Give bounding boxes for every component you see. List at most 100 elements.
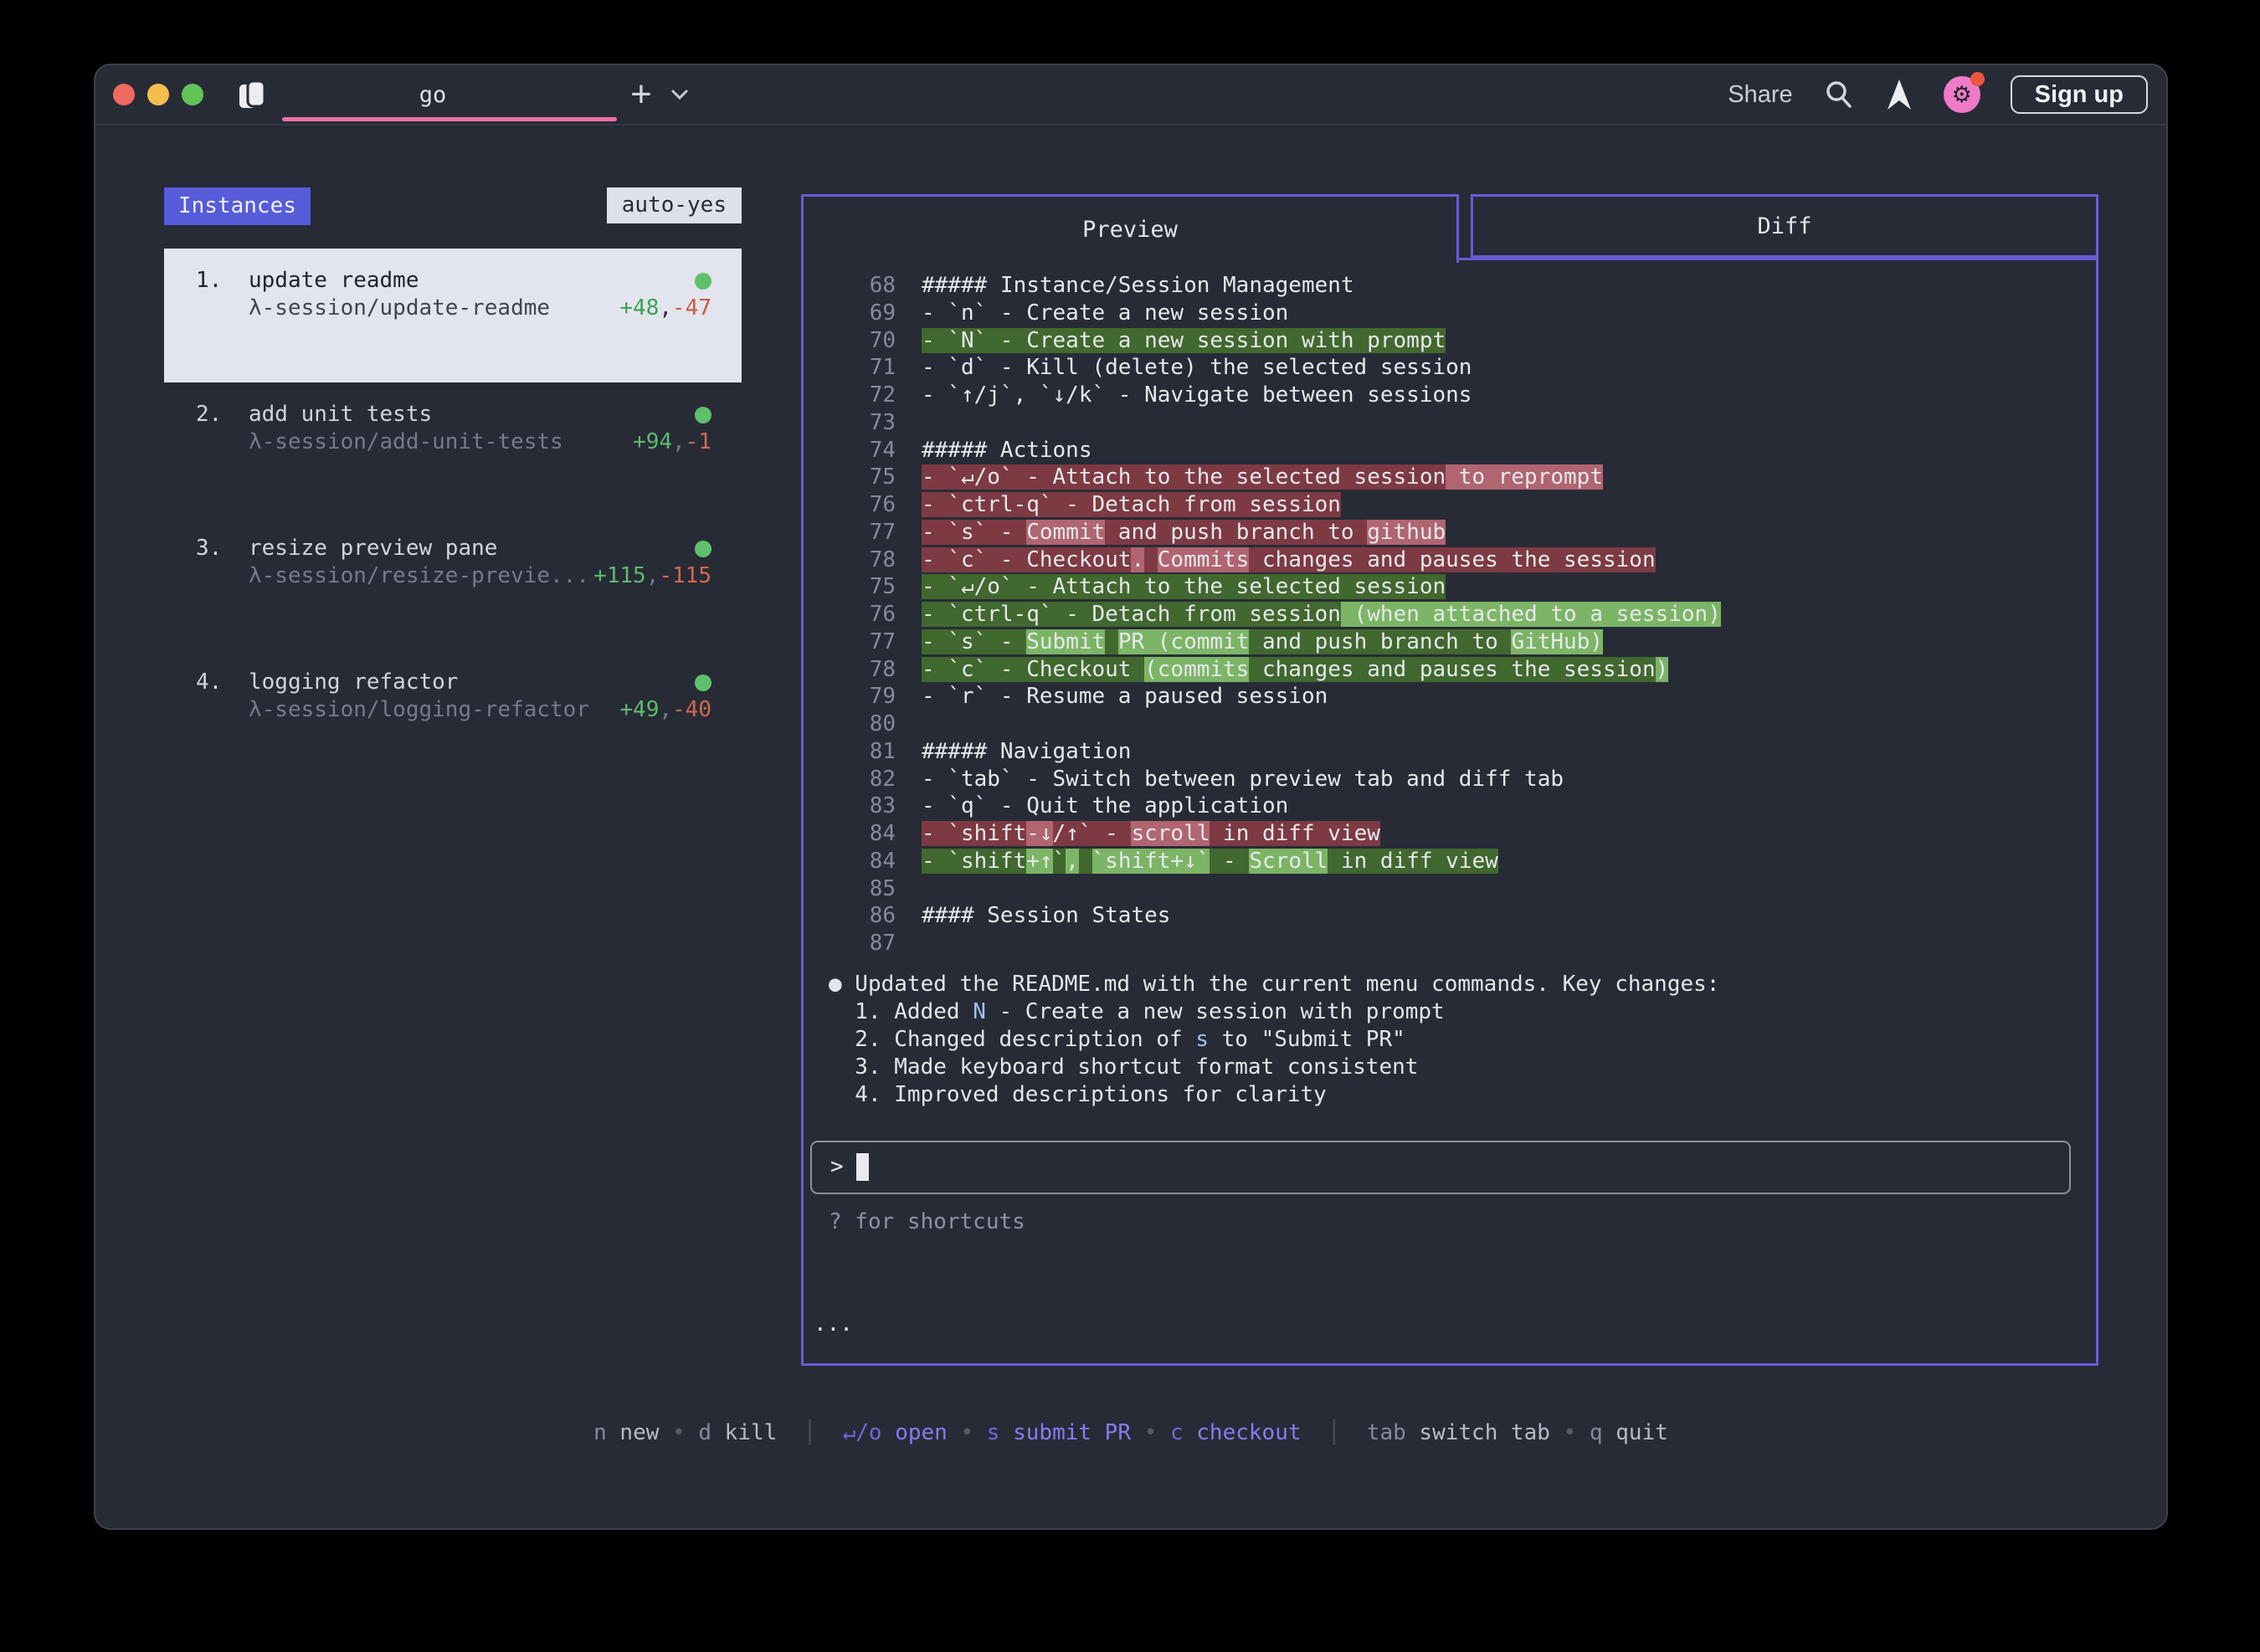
gear-icon: ⚙ — [1952, 82, 1972, 108]
diff-line: 79- `r` - Resume a paused session — [804, 683, 2096, 711]
sidebar: Instances auto-yes 1.update readmeλ-sess… — [164, 187, 742, 784]
avatar[interactable]: ⚙ — [1944, 76, 1980, 113]
instance-title: resize preview pane — [249, 535, 695, 562]
bullet-icon: ● — [829, 972, 842, 997]
status-dot-icon — [695, 407, 711, 423]
deletions-count: -1 — [686, 429, 711, 454]
line-number: 73 — [804, 409, 922, 437]
deletions-count: -47 — [672, 295, 711, 321]
shortcuts-hint: ? for shortcuts — [829, 1208, 2096, 1236]
diff-line: 76- `ctrl-q` - Detach from session (when… — [804, 601, 2096, 628]
active-tab-underline — [282, 117, 617, 121]
line-number: 84 — [804, 820, 922, 848]
deletions-count: -40 — [672, 697, 711, 722]
tab-preview[interactable]: Preview — [801, 194, 1459, 263]
line-number: 76 — [804, 491, 922, 519]
summary-item: 2. Changed description of s to "Submit P… — [829, 1026, 2096, 1054]
line-number: 75 — [804, 573, 922, 601]
line-number: 83 — [804, 793, 922, 820]
diff-line: 77- `s` - Submit PR (commit and push bra… — [804, 628, 2096, 656]
preview-pane: 68##### Instance/Session Management69- `… — [801, 258, 2098, 1366]
status-dot-icon — [695, 541, 711, 557]
prompt-input[interactable]: > — [810, 1141, 2071, 1194]
line-number: 85 — [804, 875, 922, 903]
additions-count: +115 — [593, 563, 646, 588]
status-dot-icon — [695, 273, 711, 290]
diff-line: 87 — [804, 930, 2096, 957]
minimize-button[interactable] — [147, 84, 169, 105]
instance-diffstat: +115,-115 — [593, 562, 711, 590]
titlebar: go + Share ⚙ Sign up — [95, 65, 2166, 126]
instance-item[interactable]: 3.resize preview paneλ-session/resize-pr… — [164, 516, 742, 650]
instance-index: 2. — [196, 401, 249, 428]
maximize-button[interactable] — [182, 84, 203, 105]
diff-line: 71- `d` - Kill (delete) the selected ses… — [804, 354, 2096, 382]
diff-line: 84- `shift+↑`, `shift+↓` - Scroll in dif… — [804, 848, 2096, 875]
diff-line: 77- `s` - Commit and push branch to gith… — [804, 519, 2096, 546]
instance-branch: λ-session/resize-previe... — [249, 562, 593, 590]
notification-dot — [1970, 72, 1985, 86]
additions-count: +49 — [619, 697, 659, 722]
instance-diffstat: +94,-1 — [633, 428, 711, 456]
share-button[interactable]: Share — [1728, 81, 1792, 109]
diff-line: 75- `↵/o` - Attach to the selected sessi… — [804, 464, 2096, 491]
line-number: 78 — [804, 546, 922, 574]
deletions-count: -115 — [659, 563, 711, 588]
assistant-summary: ● Updated the README.md with the current… — [804, 971, 2096, 1109]
terminal-window: go + Share ⚙ Sign up Instances — [94, 64, 2168, 1530]
menu-shortcut: q quit — [1590, 1420, 1668, 1445]
line-number: 82 — [804, 766, 922, 793]
pages-icon[interactable] — [236, 80, 270, 111]
instance-item[interactable]: 2.add unit testsλ-session/add-unit-tests… — [164, 382, 742, 516]
instance-title: add unit tests — [249, 401, 695, 428]
additions-count: +48 — [619, 295, 659, 321]
diff-line: 76- `ctrl-q` - Detach from session — [804, 491, 2096, 519]
line-number: 79 — [804, 683, 922, 711]
sign-up-button[interactable]: Sign up — [2011, 75, 2148, 114]
line-number: 68 — [804, 272, 922, 300]
diff-line: 78- `c` - Checkout. Commits changes and … — [804, 546, 2096, 574]
warp-logo-icon[interactable] — [1885, 78, 1913, 111]
line-number: 87 — [804, 930, 922, 957]
line-number: 86 — [804, 902, 922, 930]
instance-item[interactable]: 4.logging refactorλ-session/logging-refa… — [164, 650, 742, 784]
instance-diffstat: +49,-40 — [619, 696, 711, 724]
diff-line: 84- `shift-↓/↑` - scroll in diff view — [804, 820, 2096, 848]
diff-line: 82- `tab` - Switch between preview tab a… — [804, 766, 2096, 793]
diff-line: 75- `↵/o` - Attach to the selected sessi… — [804, 573, 2096, 601]
additions-count: +94 — [633, 429, 672, 454]
main-panel: Preview Diff 68##### Instance/Session Ma… — [801, 194, 2098, 1366]
search-icon[interactable] — [1823, 79, 1855, 110]
line-number: 71 — [804, 354, 922, 382]
diff-line: 86#### Session States — [804, 902, 2096, 930]
diff-line: 83- `q` - Quit the application — [804, 793, 2096, 820]
chevron-down-icon[interactable] — [665, 65, 695, 124]
line-number: 69 — [804, 300, 922, 327]
menu-shortcut: tab switch tab — [1367, 1420, 1550, 1445]
overflow-ellipsis: ... — [814, 1311, 853, 1338]
line-number: 74 — [804, 437, 922, 464]
instance-branch: λ-session/add-unit-tests — [249, 428, 633, 456]
instance-index: 3. — [196, 535, 249, 562]
diff-view: 68##### Instance/Session Management69- `… — [804, 260, 2096, 957]
line-number: 70 — [804, 327, 922, 355]
instances-badge: Instances — [164, 187, 311, 225]
instance-item[interactable]: 1.update readmeλ-session/update-readme+4… — [164, 249, 742, 382]
status-dot-icon — [695, 675, 711, 691]
instance-branch: λ-session/update-readme — [249, 295, 619, 322]
tab-diff[interactable]: Diff — [1471, 194, 2098, 258]
line-number: 80 — [804, 711, 922, 738]
instance-title: logging refactor — [249, 669, 695, 696]
instance-index: 1. — [196, 267, 249, 295]
shortcut-menu-bar: n new • d kill │ ↵/o open • s submit PR … — [95, 1419, 2166, 1447]
diff-line: 78- `c` - Checkout (commits changes and … — [804, 656, 2096, 684]
diff-line: 85 — [804, 875, 2096, 903]
summary-item: 1. Added N - Create a new session with p… — [829, 998, 2096, 1026]
text-cursor — [856, 1153, 869, 1181]
new-tab-button[interactable]: + — [623, 65, 660, 124]
diff-line: 72- `↑/j`, `↓/k` - Navigate between sess… — [804, 382, 2096, 409]
terminal-tab[interactable]: go — [349, 65, 516, 124]
line-number: 76 — [804, 601, 922, 628]
menu-shortcut: c checkout — [1170, 1420, 1302, 1445]
close-button[interactable] — [113, 84, 135, 105]
